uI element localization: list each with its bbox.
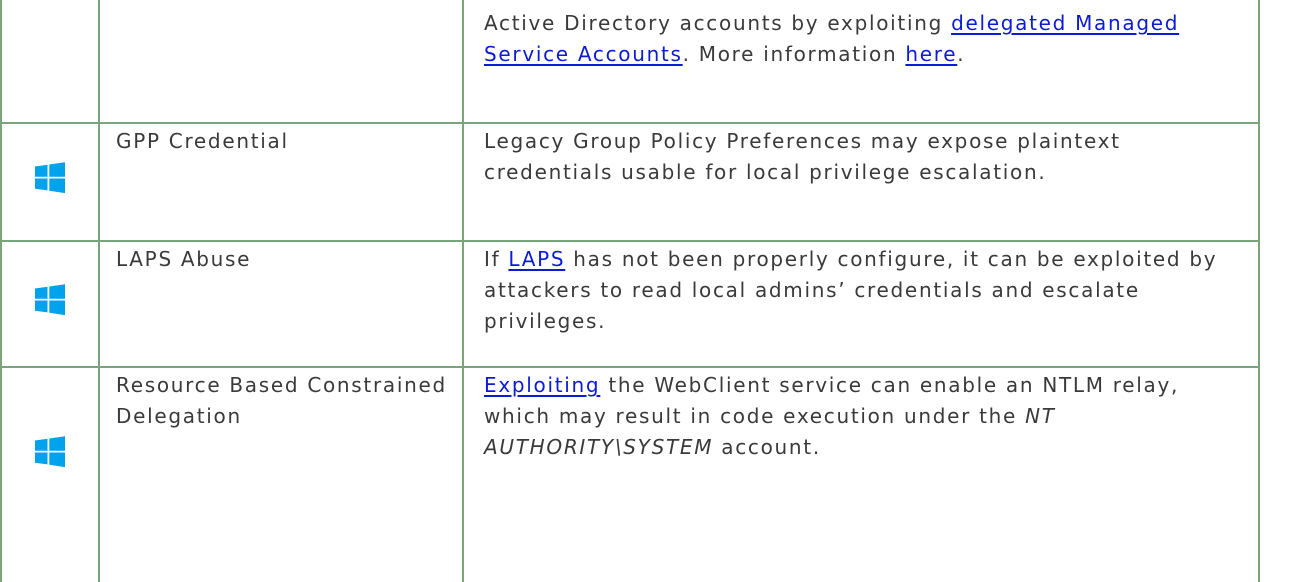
laps-link[interactable]: LAPS (508, 247, 565, 271)
description-text: account. (713, 435, 821, 459)
icon-cell (0, 0, 100, 124)
table-row: Active Directory accounts by exploiting … (0, 0, 1260, 124)
description-text: Legacy Group Policy Preferences may expo… (484, 129, 1121, 184)
icon-cell (0, 367, 100, 582)
windows-icon (35, 161, 65, 193)
technique-name: Resource Based Constrained Delegation (116, 373, 447, 428)
description-cell: Legacy Group Policy Preferences may expo… (462, 123, 1260, 242)
description-cell: If LAPS has not been properly configure,… (462, 241, 1260, 368)
icon-cell (0, 241, 100, 368)
name-cell: GPP Credential (98, 123, 464, 242)
description-text: Active Directory accounts by exploiting (484, 11, 952, 35)
name-cell: Resource Based Constrained Delegation (98, 367, 464, 582)
windows-icon (35, 283, 65, 315)
vulnerability-table: Active Directory accounts by exploiting … (0, 0, 1260, 582)
description-text: has not been properly configure, it can … (484, 247, 1218, 333)
name-cell: LAPS Abuse (98, 241, 464, 368)
name-cell (98, 0, 464, 124)
table-row: Resource Based Constrained Delegation Ex… (0, 367, 1260, 582)
description-text: . (957, 42, 966, 66)
description-text: If (484, 247, 509, 271)
description-cell: Exploiting the WebClient service can ena… (462, 367, 1260, 582)
table-row: GPP Credential Legacy Group Policy Prefe… (0, 123, 1260, 242)
exploiting-link[interactable]: Exploiting (484, 373, 600, 397)
technique-name: LAPS Abuse (116, 247, 252, 271)
description-text: . More information (682, 42, 906, 66)
description-cell: Active Directory accounts by exploiting … (462, 0, 1260, 124)
table-row: LAPS Abuse If LAPS has not been properly… (0, 241, 1260, 368)
windows-icon (35, 436, 65, 468)
technique-name: GPP Credential (116, 129, 289, 153)
icon-cell (0, 123, 100, 242)
more-info-link[interactable]: here (905, 42, 957, 66)
